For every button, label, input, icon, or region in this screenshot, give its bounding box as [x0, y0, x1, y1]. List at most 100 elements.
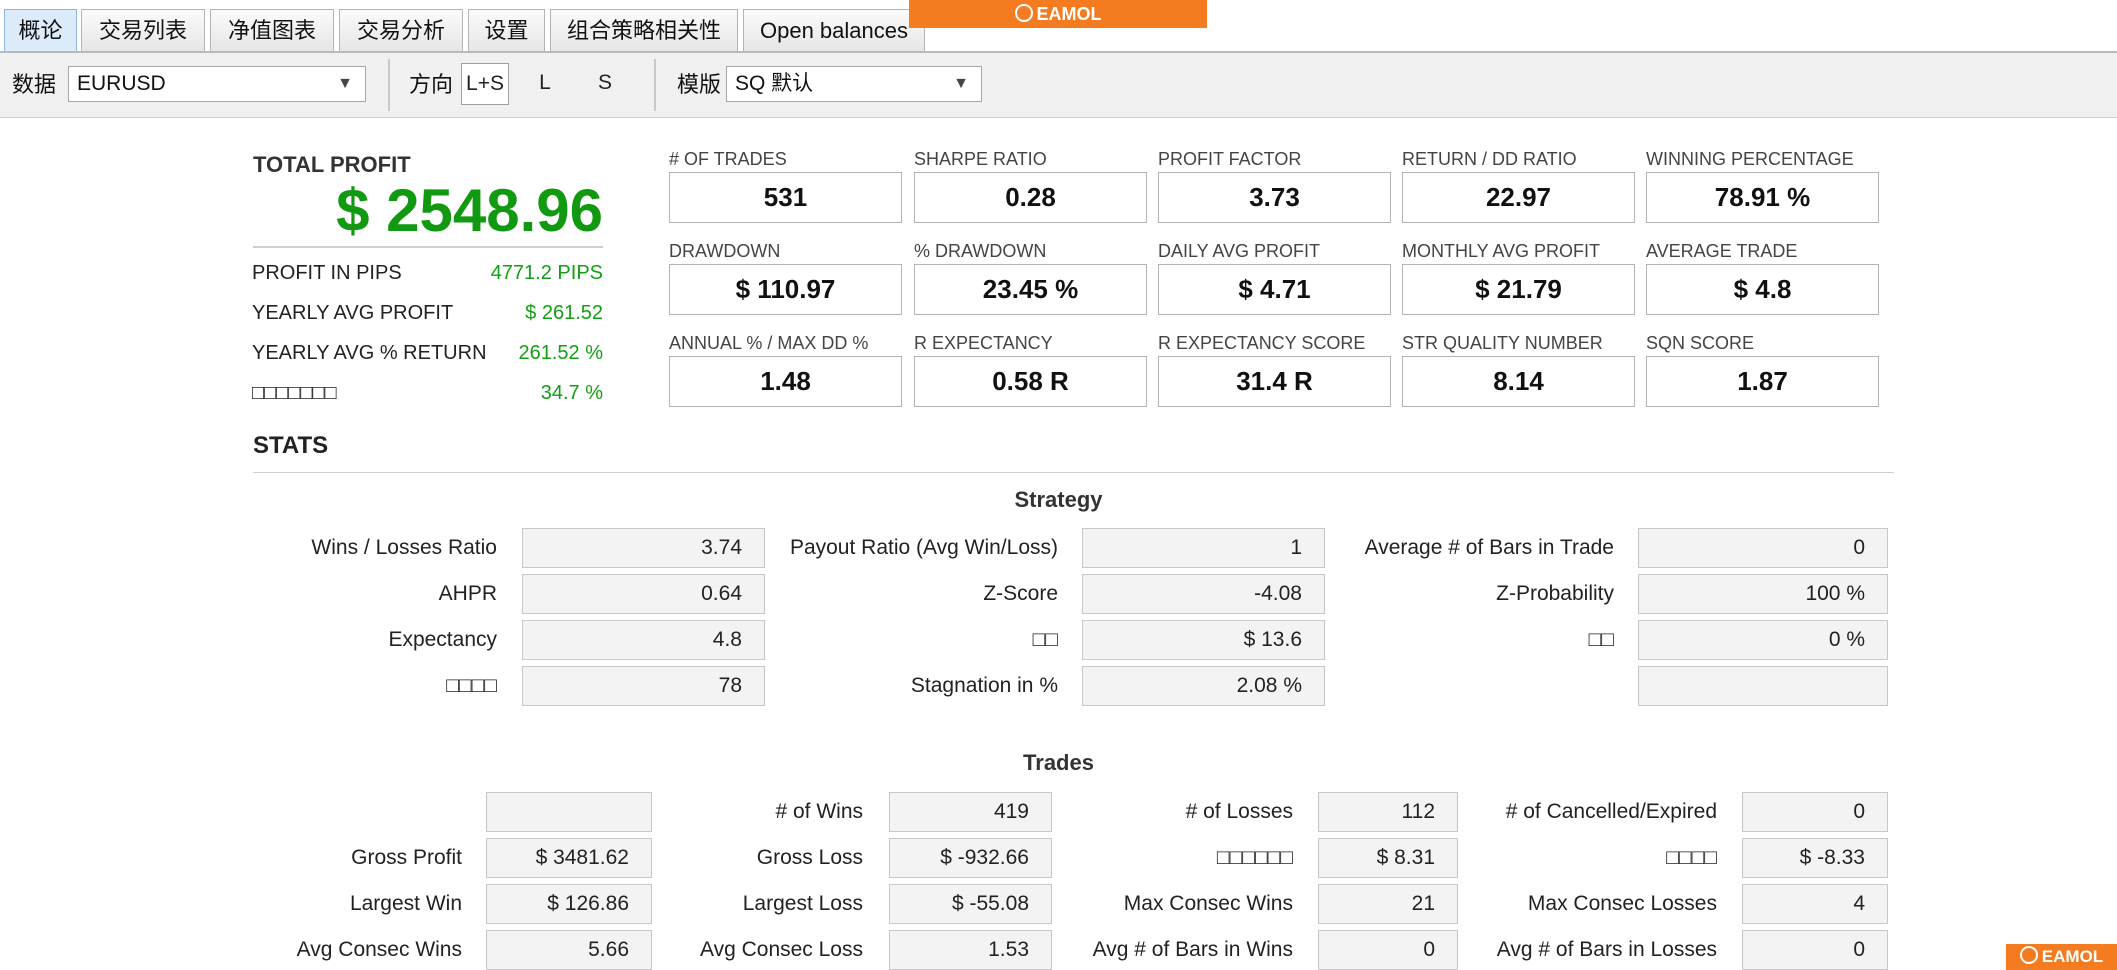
- stat-value: 0.64: [522, 574, 765, 614]
- logo-text: EAMOL: [2041, 947, 2104, 966]
- total-profit-label: TOTAL PROFIT: [253, 152, 411, 177]
- metric-value: 23.45 %: [914, 264, 1147, 315]
- stat-value: 4.8: [522, 620, 765, 660]
- trade-value: 0: [1742, 930, 1888, 970]
- stat-label: Z-Score: [983, 582, 1058, 605]
- stat-value: 1: [1082, 528, 1325, 568]
- tab-portfolio-correlation[interactable]: 组合策略相关性: [550, 9, 738, 51]
- trade-value: 4: [1742, 884, 1888, 924]
- trade-label: Gross Loss: [756, 846, 863, 869]
- trade-label: Max Consec Losses: [1527, 892, 1717, 915]
- stat-label: Z-Probability: [1496, 582, 1614, 605]
- metric-label: # OF TRADES: [669, 149, 787, 169]
- metric-value: 78.91 %: [1646, 172, 1879, 223]
- stat-label: AHPR: [438, 582, 497, 605]
- summary-extra-label: □□□□□□□: [252, 382, 337, 404]
- trade-label: # of Wins: [775, 800, 863, 823]
- stat-label: Payout Ratio (Avg Win/Loss): [789, 536, 1058, 559]
- trade-value: $ -8.33: [1742, 838, 1888, 878]
- trade-label: Largest Loss: [742, 892, 863, 915]
- chevron-down-icon: ▼: [337, 75, 353, 92]
- stats-title: STATS: [253, 432, 329, 459]
- tab-trade-list[interactable]: 交易列表: [81, 9, 205, 51]
- trade-label: Largest Win: [349, 892, 462, 915]
- stat-value: 78: [522, 666, 765, 706]
- metric-value: 531: [669, 172, 902, 223]
- stat-label: Stagnation in %: [910, 674, 1058, 697]
- stat-value: 100 %: [1638, 574, 1888, 614]
- metric-label: WINNING PERCENTAGE: [1646, 149, 1854, 169]
- summary-divider: [253, 246, 603, 248]
- data-select-value: EURUSD: [77, 72, 166, 95]
- direction-long-short-button[interactable]: L+S: [461, 63, 509, 105]
- stat-value: 2.08 %: [1082, 666, 1325, 706]
- toolbar-separator: [654, 59, 656, 111]
- stat-label: □□: [1032, 628, 1058, 651]
- metric-label: DRAWDOWN: [669, 241, 781, 261]
- eamol-logo-icon: [1014, 4, 1033, 22]
- trade-label: Gross Profit: [351, 846, 462, 869]
- metric-value: 1.87: [1646, 356, 1879, 407]
- trade-label: □□□□□□: [1216, 846, 1293, 869]
- metric-value: 31.4 R: [1158, 356, 1391, 407]
- trade-label: # of Losses: [1185, 800, 1293, 823]
- metric-label: DAILY AVG PROFIT: [1158, 241, 1321, 261]
- metric-label: ANNUAL % / MAX DD %: [669, 333, 869, 353]
- stat-label: Wins / Losses Ratio: [311, 536, 497, 559]
- tab-overview[interactable]: 概论: [4, 9, 77, 51]
- tab-equity-chart[interactable]: 净值图表: [210, 9, 334, 51]
- template-label: 模版: [677, 72, 722, 97]
- direction-short-button[interactable]: S: [581, 63, 629, 105]
- yearly-avg-return-value: 261.52 %: [518, 342, 603, 364]
- data-select[interactable]: EURUSD ▼: [68, 66, 366, 102]
- total-profit-value: $ 2548.96: [336, 177, 603, 244]
- trade-value: 0: [1742, 792, 1888, 832]
- stat-value: 0 %: [1638, 620, 1888, 660]
- stat-value: 3.74: [522, 528, 765, 568]
- direction-label: 方向: [409, 72, 454, 97]
- metric-label: SQN SCORE: [1646, 333, 1755, 353]
- metric-label: RETURN / DD RATIO: [1402, 149, 1577, 169]
- data-label: 数据: [12, 72, 57, 97]
- trade-label: Max Consec Wins: [1123, 892, 1293, 915]
- stat-label: □□: [1588, 628, 1614, 651]
- metric-value: 0.58 R: [914, 356, 1147, 407]
- direction-long-button[interactable]: L: [521, 63, 569, 105]
- trade-label: Avg # of Bars in Losses: [1496, 938, 1717, 961]
- template-select-value: SQ 默认: [735, 72, 814, 95]
- metric-value: 1.48: [669, 356, 902, 407]
- template-select[interactable]: SQ 默认 ▼: [726, 66, 982, 102]
- tab-settings[interactable]: 设置: [468, 9, 545, 51]
- eamol-logo-corner: EAMOL: [2006, 944, 2117, 970]
- metric-value: $ 4.8: [1646, 264, 1879, 315]
- metric-label: MONTHLY AVG PROFIT: [1402, 241, 1601, 261]
- trade-label: Avg Consec Loss: [699, 938, 863, 961]
- metric-value: $ 4.71: [1158, 264, 1391, 315]
- trade-label: Avg # of Bars in Wins: [1092, 938, 1293, 961]
- trade-label: Avg Consec Wins: [296, 938, 462, 961]
- trades-section-title: Trades: [1023, 750, 1094, 775]
- trade-label: # of Cancelled/Expired: [1505, 800, 1717, 823]
- trade-label: □□□□: [1666, 846, 1717, 869]
- metric-label: PROFIT FACTOR: [1158, 149, 1302, 169]
- stat-value: -4.08: [1082, 574, 1325, 614]
- stat-value: 0: [1638, 528, 1888, 568]
- metric-value: 0.28: [914, 172, 1147, 223]
- metric-label: % DRAWDOWN: [914, 241, 1047, 261]
- toolbar: 数据 EURUSD ▼ 方向 L+S L S 模版 SQ 默认 ▼: [0, 53, 2117, 118]
- logo-text: EAMOL: [1036, 4, 1102, 24]
- metric-label: R EXPECTANCY: [914, 333, 1053, 353]
- yearly-avg-profit-value: $ 261.52: [525, 302, 603, 324]
- profit-in-pips-value: 4771.2 PIPS: [490, 262, 603, 284]
- tab-trade-analysis[interactable]: 交易分析: [339, 9, 463, 51]
- eamol-logo-top: EAMOL: [909, 0, 1207, 28]
- metric-value: 8.14: [1402, 356, 1635, 407]
- stat-label: Average # of Bars in Trade: [1364, 536, 1614, 559]
- metric-value: 3.73: [1158, 172, 1391, 223]
- stat-value: $ 13.6: [1082, 620, 1325, 660]
- strategy-section-title: Strategy: [1014, 487, 1103, 512]
- profit-in-pips-label: PROFIT IN PIPS: [252, 262, 402, 284]
- stats-divider: [253, 472, 1894, 473]
- tab-open-balances[interactable]: Open balances: [743, 9, 925, 51]
- toolbar-separator: [388, 59, 390, 111]
